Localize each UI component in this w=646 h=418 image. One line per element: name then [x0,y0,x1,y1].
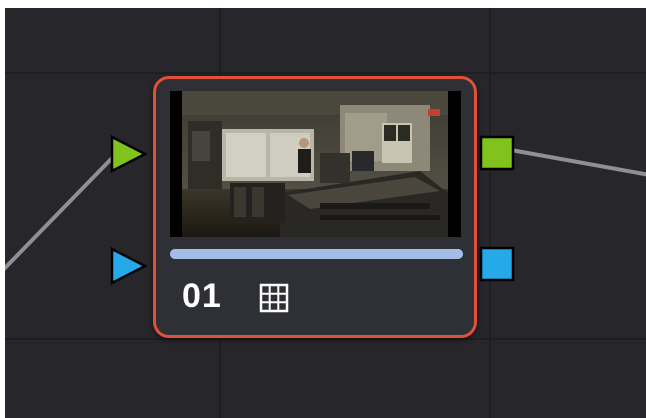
output-alpha-port[interactable] [479,246,515,282]
corrector-node[interactable]: 01 [153,76,477,338]
square-icon [479,246,515,282]
square-icon [479,135,515,171]
node-label: 01 [182,277,222,315]
grid-icon [259,283,289,313]
clip-thumbnail [170,91,461,237]
render-progress-fill [170,249,463,259]
render-progress-bar [170,249,463,259]
input-alpha-port[interactable] [109,246,149,286]
input-connection-wire [5,151,119,271]
triangle-right-icon [110,134,148,174]
output-connection-wire [510,148,646,177]
output-rgb-port[interactable] [479,135,515,171]
input-rgb-port[interactable] [109,134,149,174]
node-editor-canvas[interactable]: 01 [5,8,646,418]
triangle-right-icon [110,246,148,286]
clip-thumbnail-image [170,91,461,237]
